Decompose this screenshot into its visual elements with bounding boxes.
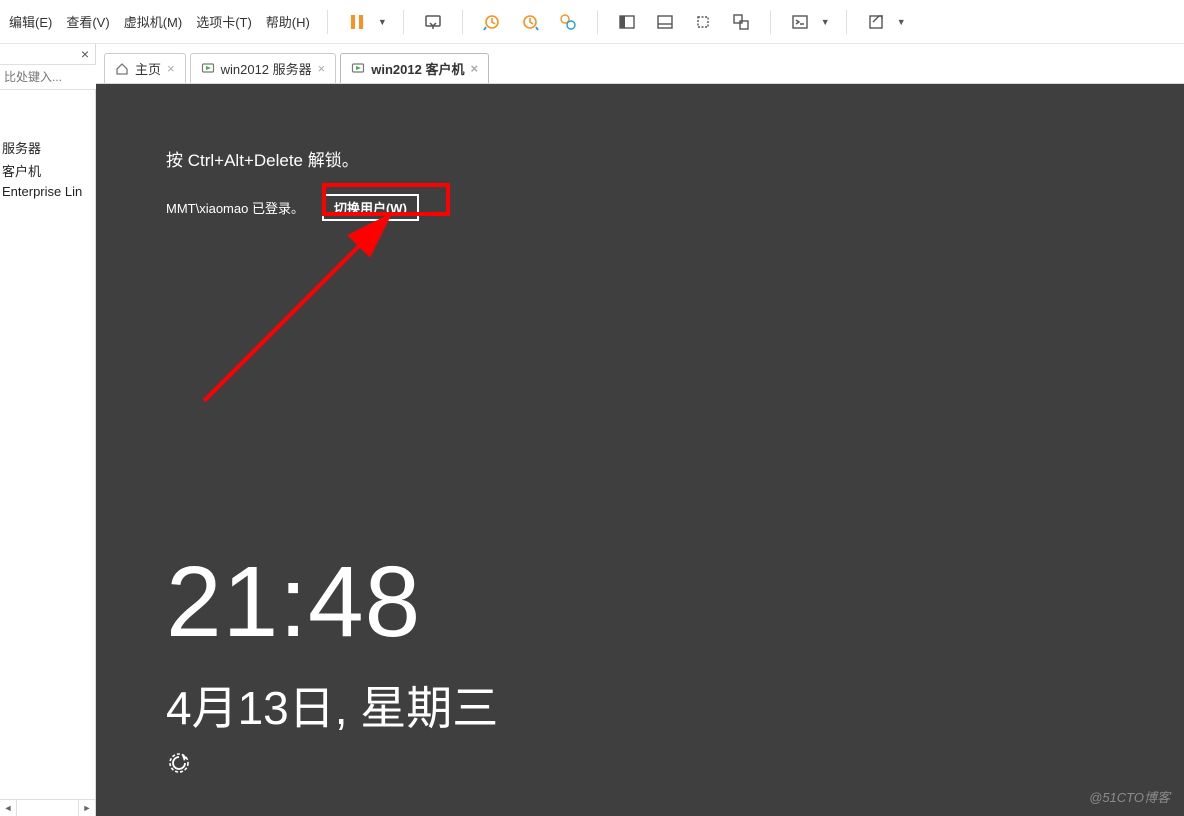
sidebar-scrollbar-horizontal[interactable]: ◄ ► <box>0 799 95 816</box>
menu-vm[interactable]: 虚拟机(M) <box>123 10 184 33</box>
fullscreen-icon[interactable] <box>863 9 889 35</box>
view-free-icon[interactable] <box>728 9 754 35</box>
lock-date: 4月13日, 星期三 <box>166 672 498 738</box>
annotation-arrow-icon <box>194 206 414 406</box>
tab-close-icon[interactable]: × <box>167 61 175 76</box>
tree-item[interactable]: Enterprise Lin <box>0 182 95 201</box>
view-thumbnail-icon[interactable] <box>652 9 678 35</box>
tab-label: win2012 客户机 <box>371 59 464 78</box>
menu-tabs[interactable]: 选项卡(T) <box>195 10 253 33</box>
sidebar-close-icon[interactable]: × <box>81 46 89 62</box>
tab-server[interactable]: win2012 服务器 × <box>190 53 337 83</box>
send-input-icon[interactable] <box>420 9 446 35</box>
view-fit-icon[interactable] <box>690 9 716 35</box>
snapshot-revert-icon[interactable] <box>517 9 543 35</box>
sidebar-tree: 服务器 客户机 Enterprise Lin <box>0 90 95 799</box>
separator <box>403 10 404 34</box>
menu-edit[interactable]: 编辑(E) <box>8 10 53 33</box>
tree-item[interactable]: 服务器 <box>0 136 95 159</box>
separator <box>462 10 463 34</box>
fullscreen-dropdown-icon[interactable]: ▼ <box>897 17 906 27</box>
menu-help[interactable]: 帮助(H) <box>265 10 311 33</box>
tab-client[interactable]: win2012 客户机 × <box>340 53 489 83</box>
console-icon[interactable] <box>787 9 813 35</box>
ease-of-access-icon[interactable] <box>166 750 192 776</box>
menubar: 编辑(E) 查看(V) 虚拟机(M) 选项卡(T) 帮助(H) ▼ ▼ ▼ <box>0 0 1184 44</box>
tab-close-icon[interactable]: × <box>470 61 478 76</box>
snapshot-manager-icon[interactable] <box>555 9 581 35</box>
tree-item[interactable]: 客户机 <box>0 159 95 182</box>
watermark: @51CTO博客 <box>1089 787 1170 806</box>
unlock-instruction: 按 Ctrl+Alt+Delete 解锁。 <box>166 146 359 171</box>
view-single-icon[interactable] <box>614 9 640 35</box>
console-dropdown-icon[interactable]: ▼ <box>821 17 830 27</box>
logged-in-user: MMT\xiaomao 已登录。 <box>166 198 304 217</box>
pause-dropdown-icon[interactable]: ▼ <box>378 17 387 27</box>
scroll-right-icon[interactable]: ► <box>78 800 95 816</box>
sidebar: × ▼ 服务器 客户机 Enterprise Lin ◄ ► <box>0 44 96 816</box>
menu-view[interactable]: 查看(V) <box>65 10 110 33</box>
vm-icon <box>201 62 215 76</box>
pause-icon[interactable] <box>344 9 370 35</box>
scroll-left-icon[interactable]: ◄ <box>0 800 17 816</box>
tab-label: win2012 服务器 <box>221 59 312 78</box>
vm-display[interactable]: 按 Ctrl+Alt+Delete 解锁。 MMT\xiaomao 已登录。 切… <box>96 84 1184 816</box>
main: 主页 × win2012 服务器 × win2012 客户机 × 按 Ctrl+… <box>96 44 1184 816</box>
home-icon <box>115 62 129 76</box>
vm-icon <box>351 62 365 76</box>
switch-user-button[interactable]: 切换用户(W) <box>322 194 419 221</box>
separator <box>597 10 598 34</box>
snapshot-take-icon[interactable] <box>479 9 505 35</box>
lock-time: 21:48 <box>166 552 421 652</box>
separator <box>846 10 847 34</box>
separator <box>327 10 328 34</box>
tab-label: 主页 <box>135 59 161 78</box>
tabbar: 主页 × win2012 服务器 × win2012 客户机 × <box>96 44 1184 84</box>
separator <box>770 10 771 34</box>
tab-home[interactable]: 主页 × <box>104 53 186 83</box>
tab-close-icon[interactable]: × <box>318 61 326 76</box>
